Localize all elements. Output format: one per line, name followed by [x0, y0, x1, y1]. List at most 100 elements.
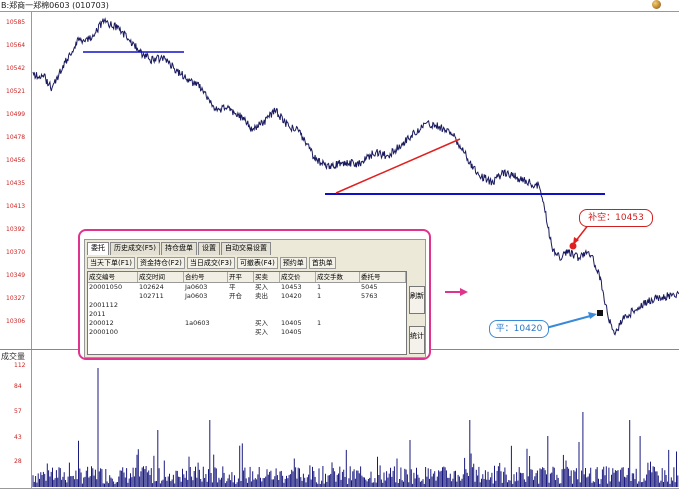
table-cell — [138, 319, 184, 328]
table-row[interactable]: 2001112 — [88, 301, 406, 310]
table-header: 成交编号 成交时间 合约号 开平 买卖 成交价 成交手数 委托号 — [88, 272, 406, 283]
table-cell: 10453 — [281, 283, 302, 291]
fills-table: 成交编号 成交时间 合约号 开平 买卖 成交价 成交手数 委托号 20001050 102624… — [87, 271, 407, 355]
column-header[interactable]: 成交时间 — [138, 272, 184, 282]
table-cell — [184, 310, 228, 319]
short-entry-marker[interactable] — [569, 242, 577, 250]
table-cell — [280, 310, 316, 319]
table-cell: 10405 — [281, 328, 302, 336]
table-cell: 200012 — [89, 319, 114, 327]
short-annotation: 补空：10453 — [579, 209, 653, 227]
table-cell — [360, 319, 406, 328]
price-axis-label: 10456 — [6, 157, 26, 164]
table-row[interactable]: 200012 1a0603 买入 10405 1 — [88, 319, 406, 328]
column-header[interactable]: 合约号 — [184, 272, 228, 282]
flat-arrow — [545, 314, 595, 329]
column-header[interactable]: 委托号 — [360, 272, 406, 282]
sub-tabs: 当天下单(F1) 资金持仓(F2) 当日成交(F3) 可撤表(F4) 预约单 首执单 — [87, 257, 338, 269]
column-header[interactable]: 成交手数 — [316, 272, 360, 282]
price-axis-label: 10370 — [6, 249, 26, 256]
tab-sub[interactable]: 首执单 — [308, 257, 336, 269]
table-cell: 卖出 — [255, 292, 268, 300]
price-axis-label: 10392 — [6, 226, 26, 233]
table-cell — [316, 301, 360, 310]
exit-marker[interactable] — [597, 310, 603, 316]
tab-sub[interactable]: 可撤表(F4) — [236, 257, 278, 269]
table-cell — [138, 328, 184, 337]
table-cell — [228, 301, 254, 310]
table-body: 20001050 102624 Ja0603 平买入 10453 1 5045 102711 J… — [88, 283, 406, 337]
pointer-arrow-head — [460, 288, 468, 296]
table-cell: 1 — [317, 283, 322, 291]
trade-panel: 委托 历史成交(F5) 持仓盘单 设置 自动交易设置 当天下单(F1) 资金持仓(F2) 当… — [78, 229, 431, 360]
table-cell — [280, 301, 316, 310]
table-cell: 20001050 — [89, 283, 123, 291]
table-cell — [254, 310, 280, 319]
volume-bars — [32, 368, 679, 487]
table-cell — [228, 328, 254, 337]
table-cell: 102624 — [139, 283, 164, 291]
table-row[interactable]: 20001050 102624 Ja0603 平 买入 10453 1 5045 — [88, 283, 406, 292]
volume-axis-label: 84 — [14, 383, 22, 390]
price-axis-label: 10435 — [6, 180, 26, 187]
table-cell: 2001112 — [89, 301, 118, 309]
table-cell: Ja0603 — [185, 292, 208, 300]
table-cell — [360, 328, 406, 337]
volume-axis-label: 28 — [14, 458, 22, 465]
price-axis-label: 10306 — [6, 318, 26, 325]
table-cell — [228, 310, 254, 319]
tab-sub[interactable]: 当天下单(F1) — [87, 257, 135, 269]
tab-sub[interactable]: 资金持仓(F2) — [136, 257, 185, 269]
price-axis-label: 10585 — [6, 19, 26, 26]
table-cell: 102711 — [139, 292, 164, 300]
table-cell: Ja0603 — [185, 283, 208, 291]
table-cell: 买入 — [255, 283, 268, 291]
column-header[interactable]: 成交价 — [280, 272, 316, 282]
table-cell: 1a0603 — [185, 319, 210, 327]
table-cell: 平 — [229, 283, 236, 291]
table-cell: 5763 — [361, 292, 378, 300]
price-axis-label: 10349 — [6, 272, 26, 279]
price-axis-label: 10413 — [6, 203, 26, 210]
table-cell — [184, 328, 228, 337]
table-cell — [184, 301, 228, 310]
tab-main[interactable]: 持仓盘单 — [160, 242, 197, 255]
price-axis-label: 10327 — [6, 295, 26, 302]
flat-arrow-head — [588, 312, 597, 319]
refresh-button[interactable]: 刷新 — [409, 286, 425, 314]
table-cell: 5045 — [361, 283, 378, 291]
price-axis: 10585 10564 10542 10521 10499 10478 10456 10435… — [0, 11, 32, 351]
table-cell: 买入 — [255, 328, 268, 336]
main-tabs: 委托 历史成交(F5) 持仓盘单 设置 自动交易设置 — [87, 242, 272, 255]
price-axis-label: 10564 — [6, 42, 26, 49]
tab-main[interactable]: 历史成交(F5) — [110, 242, 160, 255]
volume-title: 成交量 — [1, 352, 25, 361]
tab-main[interactable]: 设置 — [197, 242, 220, 255]
price-axis-label: 10478 — [6, 134, 26, 141]
volume-axis-label: 112 — [14, 362, 26, 369]
table-cell — [316, 310, 360, 319]
table-cell: 10420 — [281, 292, 302, 300]
column-header[interactable]: 开平 — [228, 272, 254, 282]
table-row[interactable]: 2000100 买入 10405 — [88, 328, 406, 337]
table-cell — [316, 328, 360, 337]
tab-sub[interactable]: 当日成交(F3) — [186, 257, 235, 269]
column-header[interactable]: 买卖 — [254, 272, 280, 282]
volume-axis-label: 43 — [14, 434, 22, 441]
table-cell: 开仓 — [229, 292, 242, 300]
tab-sub[interactable]: 预约单 — [279, 257, 307, 269]
table-row[interactable]: 102711 Ja0603 开仓 卖出 10420 1 5763 — [88, 292, 406, 301]
table-cell — [360, 301, 406, 310]
column-header[interactable]: 成交编号 — [88, 272, 138, 282]
price-axis-label: 10542 — [6, 65, 26, 72]
stats-button[interactable]: 统计 — [409, 326, 425, 354]
tab-main[interactable]: 委托 — [87, 242, 109, 255]
table-cell: 10405 — [281, 319, 302, 327]
table-cell: 2011 — [89, 310, 106, 318]
table-cell: 1 — [317, 319, 322, 327]
table-cell: 1 — [317, 292, 322, 300]
table-row[interactable]: 2011 — [88, 310, 406, 319]
table-cell — [88, 292, 138, 301]
volume-axis-label: 57 — [14, 408, 22, 415]
tab-main[interactable]: 自动交易设置 — [220, 242, 271, 255]
